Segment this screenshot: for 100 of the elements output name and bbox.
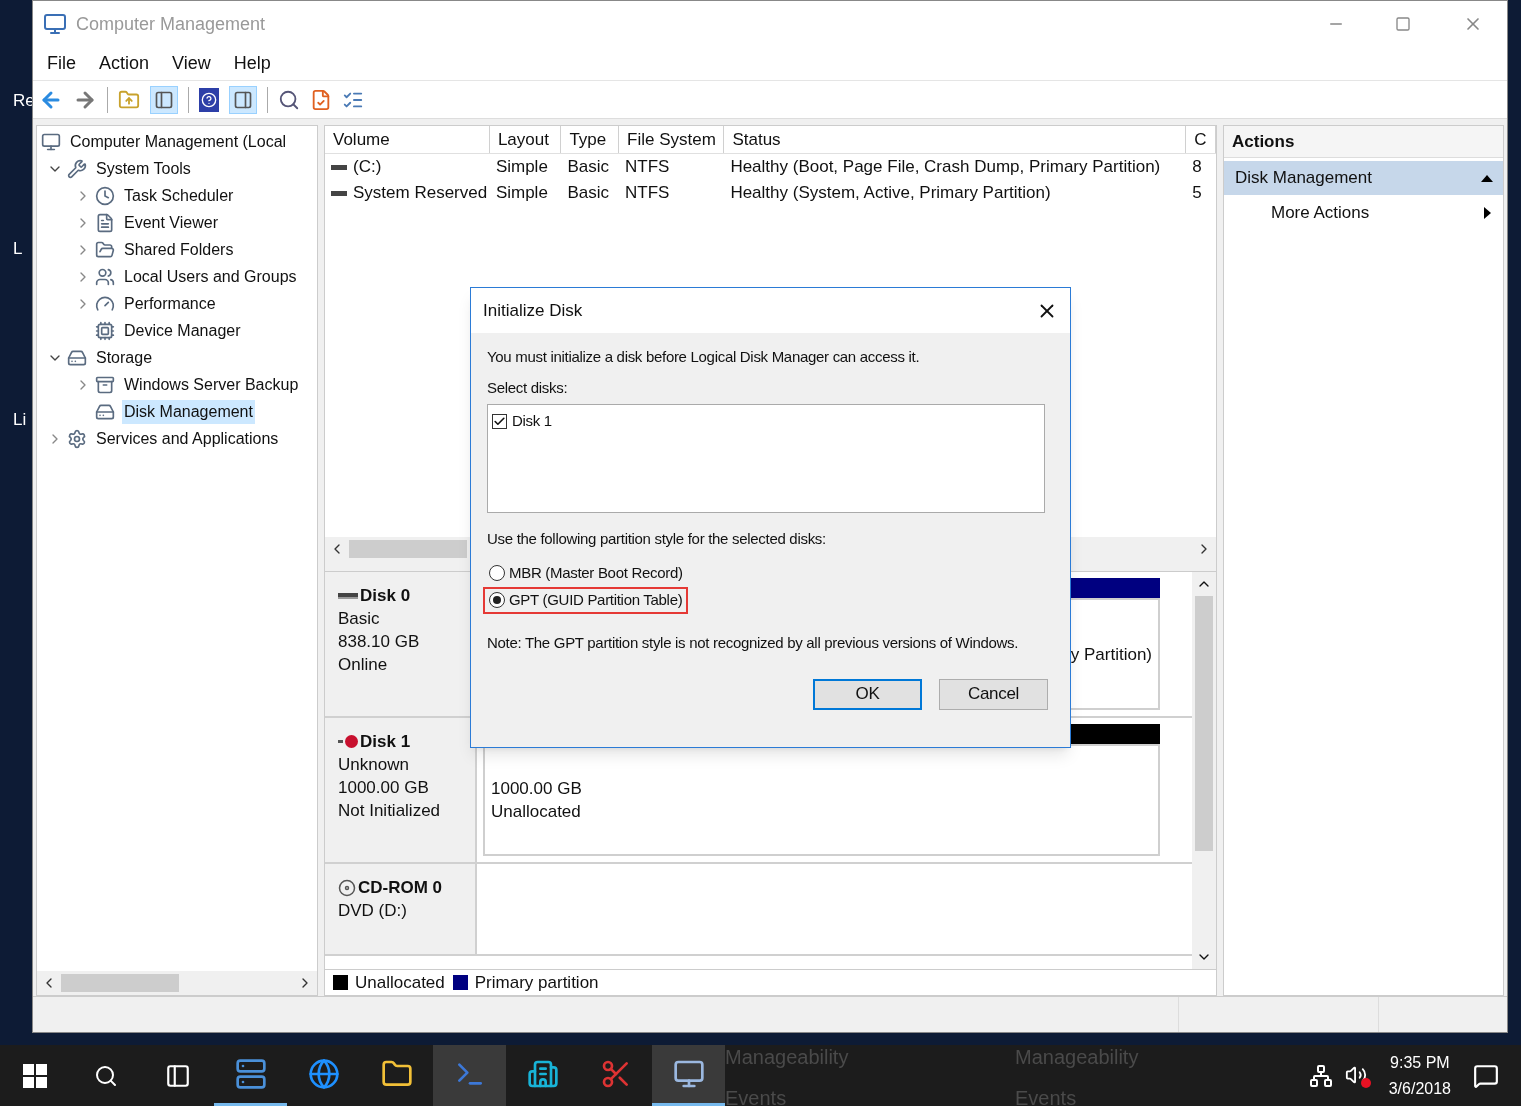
action-item[interactable]: More Actions [1224,195,1503,231]
tree-item[interactable]: Performance [122,291,218,316]
tree-item[interactable]: Shared Folders [122,237,236,262]
desktop-label: L [13,238,23,260]
disk-name: CD-ROM 0 [358,877,443,899]
tree-item[interactable]: Disk Management [122,399,255,424]
partition-info: Unallocated [491,801,582,823]
tree-item[interactable]: Task Scheduler [122,183,236,208]
column-header[interactable]: Layout [489,126,562,153]
monitor-icon [672,1058,705,1090]
disk-name: Disk 0 [360,585,411,607]
collapse-icon[interactable] [1481,174,1493,182]
notifications-icon[interactable] [1473,1062,1499,1089]
checkbox[interactable] [492,413,507,429]
disk-label-panel[interactable]: Disk 1 Unknown 1000.00 GB Not Initialized [325,718,477,862]
table-cell-text: 5 [1192,182,1202,205]
submenu-arrow-icon [1484,207,1491,219]
tree-item[interactable]: Local Users and Groups [122,264,299,289]
tree-item[interactable]: Computer Management (Local [68,129,289,154]
gear-icon [67,428,87,449]
chip-icon [95,320,115,341]
help-icon[interactable] [199,87,219,112]
table-cell-text: Basic [567,156,609,179]
disk-option-label: Disk 1 [512,411,552,431]
column-header[interactable]: Volume [325,126,490,153]
monitor-icon [41,131,61,152]
tree-item[interactable]: Event Viewer [122,210,220,235]
disk-info: Unknown [338,754,410,776]
partition-info: 1000.00 GB [491,778,583,800]
tree-item[interactable]: Services and Applications [94,426,281,451]
column-header[interactable]: Status [724,126,1187,153]
disk-info: Not Initialized [338,800,442,822]
partition-info: y Partition) [1070,643,1152,666]
table-cell-text: NTFS [625,182,670,205]
show-actions-button[interactable] [229,85,257,114]
scrollbar-thumb[interactable] [1195,596,1213,851]
disk-info: Online [338,654,389,676]
table-cell-text: Simple [495,182,548,205]
window-title: Computer Management [76,12,266,36]
search-icon[interactable] [94,1063,118,1088]
disk-info: DVD (D:) [338,900,408,922]
users-icon [95,266,115,287]
vertical-scrollbar[interactable] [1192,572,1216,969]
table-cell-text: 8 [1192,156,1202,179]
tree-item[interactable]: Device Manager [122,318,243,343]
task-view-icon[interactable] [165,1062,191,1089]
partition-style-label: Use the following partition style for the selected disks: [487,529,827,549]
disk-label-panel[interactable]: CD-ROM 0 DVD (D:) [325,864,477,954]
menu-item[interactable]: File [47,50,76,77]
legend-label: Primary partition [474,971,599,994]
taskbar-app[interactable] [652,1045,725,1106]
partition-block[interactable]: 1000.00 GB Unallocated [483,744,1160,856]
radio-button[interactable] [489,565,505,581]
server-icon [234,1058,267,1090]
column-header[interactable]: File System [619,126,725,153]
search-icon[interactable] [278,88,300,111]
table-cell-text: NTFS [625,156,670,179]
intro-text: You must initialize a disk before Logical Disk Manager can access it. [487,347,921,367]
radio-label: GPT (GUID Partition Table) [509,589,683,610]
table-cell-text: Healthy (Boot, Page File, Crash Dump, Primary Partition) [730,156,1161,179]
tree-item[interactable]: System Tools [94,156,193,181]
document-icon [95,212,115,233]
tree-item[interactable]: Storage [94,345,155,370]
column-header[interactable]: C [1186,126,1216,153]
network-icon[interactable] [1308,1063,1333,1088]
browser-icon [307,1058,340,1090]
horizontal-scrollbar[interactable] [37,971,317,995]
disk-info: 838.10 GB [338,631,421,653]
table-cell-text: (C:) [353,156,382,179]
clock-icon [95,185,115,206]
folder-icon [95,239,115,260]
error-disk-icon [338,734,358,749]
table-cell-text: System Reserved [353,182,488,205]
legend-label: Unallocated [355,971,445,994]
note-text: Note: The GPT partition style is not recognized by all previous versions of Windows. [487,632,1020,653]
checked-document-icon[interactable] [310,88,332,111]
disk-info: 1000.00 GB [338,777,430,799]
clock[interactable]: 9:35 PM 3/6/2018 [1388,1049,1451,1102]
actions-header: Actions [1224,126,1503,158]
actions-section-header[interactable]: Disk Management [1224,161,1503,195]
disk-list[interactable]: Disk 1 [487,404,1045,513]
table-cell-text: Basic [567,182,609,205]
disk-info: Basic [338,608,381,630]
tree-item[interactable]: Windows Server Backup [122,372,301,397]
menu-item[interactable]: Action [99,50,150,77]
wrench-icon [67,158,87,179]
archive-icon [95,374,115,395]
radio-label: MBR (Master Boot Record) [509,562,683,583]
show-tree-button[interactable] [150,85,178,114]
menu-item[interactable]: Help [233,50,271,77]
ok-button[interactable]: OK [813,678,922,710]
cancel-button[interactable]: Cancel [939,678,1048,710]
menu-item[interactable]: View [172,50,211,77]
radio-button[interactable] [489,592,505,608]
column-header[interactable]: Type [561,126,620,153]
buildings-icon [526,1058,559,1090]
volume-icon [331,164,347,170]
start-icon[interactable] [23,1063,47,1088]
scrollbar-thumb[interactable] [349,540,467,558]
scrollbar-thumb[interactable] [61,974,179,992]
